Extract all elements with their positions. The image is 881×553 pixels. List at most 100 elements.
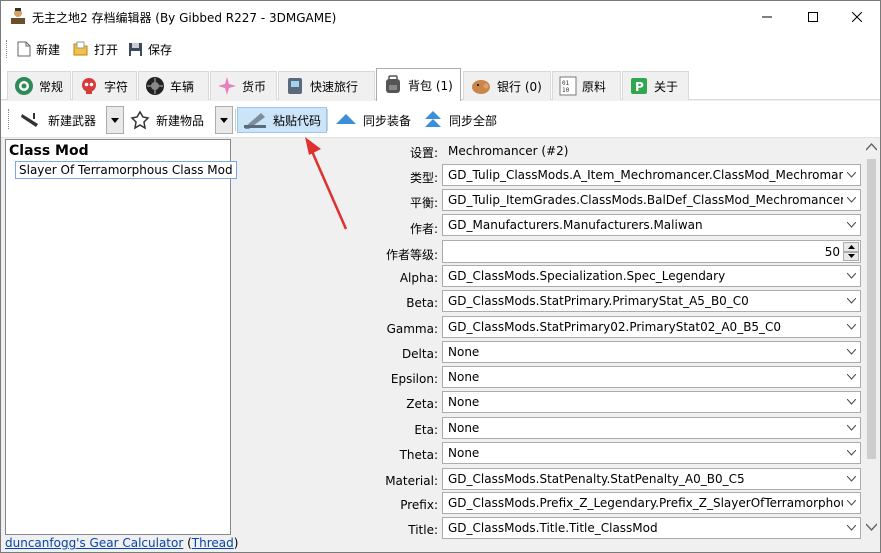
sync-all-button[interactable]: 同步全部 xyxy=(418,107,502,133)
annotation-arrow-icon xyxy=(305,137,348,230)
new-file-icon xyxy=(17,41,31,57)
tab-label: 车辆 xyxy=(170,79,195,94)
chevron-down-icon xyxy=(847,197,856,203)
tab-label: 原料 xyxy=(582,79,607,94)
scroll-up-icon[interactable] xyxy=(866,143,877,151)
chevron-down-icon xyxy=(847,273,856,279)
title-bar: 无主之地2 存档编辑器 (By Gibbed R227 - 3DMGAME) xyxy=(1,1,880,32)
paren-close: ) xyxy=(233,536,239,550)
manufacturer-value: GD_Manufacturers.Manufacturers.Maliwan xyxy=(448,218,703,232)
tab-label: 字符 xyxy=(104,79,129,94)
type-value: GD_Tulip_ClassMods.A_Item_Mechromancer.C… xyxy=(448,168,843,182)
chevron-down-icon xyxy=(847,525,856,531)
level-decrement-button[interactable] xyxy=(843,251,859,261)
title-value: GD_ClassMods.Title.Title_ClassMod xyxy=(448,521,658,535)
title-select[interactable]: GD_ClassMods.Title.Title_ClassMod xyxy=(442,517,861,539)
manufacturer-select[interactable]: GD_Manufacturers.Manufacturers.Maliwan xyxy=(442,214,861,236)
new-item-button[interactable]: 新建物品 xyxy=(125,107,209,133)
open-file-button[interactable]: 打开 xyxy=(71,38,120,60)
level-stepper[interactable]: 50 xyxy=(442,240,861,263)
delta-select[interactable]: None xyxy=(442,341,861,363)
tab-vehicles[interactable]: 车辆 xyxy=(138,71,209,100)
new-weapon-button[interactable]: 新建武器 xyxy=(15,107,101,133)
caret-up-icon xyxy=(847,244,855,249)
tree-category[interactable]: Class Mod xyxy=(9,143,89,159)
zeta-label: Zeta: xyxy=(406,397,438,411)
backpack-toolbar: 新建武器 新建物品 粘贴代码 同步装备 同步全部 xyxy=(1,101,880,138)
scroll-down-icon[interactable] xyxy=(866,523,877,531)
chevron-down-icon xyxy=(847,222,856,228)
theta-select[interactable]: None xyxy=(442,442,861,464)
chevron-down-icon xyxy=(847,374,856,380)
level-value: 50 xyxy=(824,245,840,259)
tab-character[interactable]: 字符 xyxy=(72,71,137,100)
eta-select[interactable]: None xyxy=(442,417,861,439)
paste-code-button[interactable]: 粘贴代码 xyxy=(237,107,328,133)
paste-code-label: 粘贴代码 xyxy=(273,113,322,128)
open-file-label: 打开 xyxy=(94,42,119,57)
zeta-select[interactable]: None xyxy=(442,391,861,413)
new-weapon-dropdown[interactable] xyxy=(106,106,124,134)
level-increment-button[interactable] xyxy=(843,242,859,252)
balance-value: GD_Tulip_ItemGrades.ClassMods.BalDef_Cla… xyxy=(448,193,843,207)
tab-raw[interactable]: 01 10 原料 xyxy=(552,71,621,100)
toolbar-grip xyxy=(6,40,9,58)
type-select[interactable]: GD_Tulip_ClassMods.A_Item_Mechromancer.C… xyxy=(442,164,861,186)
weapon-icon xyxy=(21,113,38,127)
tab-label: 银行 (0) xyxy=(497,79,542,94)
tree-item[interactable]: Slayer Of Terramorphous Class Mod xyxy=(15,161,237,179)
chevron-down-icon xyxy=(847,425,856,431)
new-item-label: 新建物品 xyxy=(156,113,205,128)
tab-currency[interactable]: 货币 xyxy=(210,71,277,100)
new-item-dropdown[interactable] xyxy=(215,106,233,134)
theta-value: None xyxy=(448,446,480,460)
wheel-icon xyxy=(146,77,164,95)
svg-text:10: 10 xyxy=(562,87,570,94)
prefix-select[interactable]: GD_ClassMods.Prefix_Z_Legendary.Prefix_Z… xyxy=(442,492,861,514)
dropdown-arrow-icon xyxy=(111,117,119,123)
item-tree[interactable]: Class Mod Slayer Of Terramorphous Class … xyxy=(5,139,237,535)
minimize-icon xyxy=(762,16,772,17)
chevron-down-icon xyxy=(847,476,856,482)
fast-travel-icon xyxy=(288,78,302,94)
save-file-button[interactable]: 保存 xyxy=(126,38,174,60)
beta-select[interactable]: GD_ClassMods.StatPrimary.PrimaryStat_A5_… xyxy=(442,290,861,312)
toolbar-separator xyxy=(327,109,328,131)
epsilon-label: Epsilon: xyxy=(390,372,438,386)
epsilon-select[interactable]: None xyxy=(442,366,861,388)
thread-link[interactable]: Thread xyxy=(192,536,234,550)
tab-general[interactable]: 常规 xyxy=(7,71,71,100)
tab-bank[interactable]: 银行 (0) xyxy=(463,71,551,100)
alpha-select[interactable]: GD_ClassMods.Specialization.Spec_Legenda… xyxy=(442,265,861,287)
chevron-down-icon xyxy=(847,172,856,178)
editor-window: 无主之地2 存档编辑器 (By Gibbed R227 - 3DMGAME) 新… xyxy=(0,0,881,553)
balance-select[interactable]: GD_Tulip_ItemGrades.ClassMods.BalDef_Cla… xyxy=(442,189,861,211)
sync-equipped-button[interactable]: 同步装备 xyxy=(330,107,416,133)
scrollbar-thumb[interactable] xyxy=(867,159,876,459)
delta-label: Delta: xyxy=(401,347,438,361)
beta-label: Beta: xyxy=(406,296,438,310)
zeta-value: None xyxy=(448,395,480,409)
gamma-value: GD_ClassMods.StatPrimary02.PrimaryStat02… xyxy=(448,320,782,334)
tab-about[interactable]: P 关于 xyxy=(622,71,689,100)
gamma-label: Gamma: xyxy=(386,322,438,336)
material-select[interactable]: GD_ClassMods.StatPenalty.StatPenalty_A0_… xyxy=(442,468,861,490)
skull-icon xyxy=(82,78,96,94)
theta-label: Theta: xyxy=(399,448,438,462)
tab-fast-travel[interactable]: 快速旅行 xyxy=(278,71,375,100)
minimize-button[interactable] xyxy=(744,1,790,32)
chevron-down-icon xyxy=(847,349,856,355)
maximize-icon xyxy=(808,11,818,22)
chevron-down-icon xyxy=(847,399,856,405)
properties-scrollbar[interactable] xyxy=(863,139,880,535)
new-file-button[interactable]: 新建 xyxy=(15,38,62,60)
svg-text:P: P xyxy=(635,80,644,94)
binary-icon: 0110 xyxy=(559,76,577,96)
close-button[interactable] xyxy=(834,1,880,32)
set-value: Mechromancer (#2) xyxy=(448,144,569,158)
gamma-select[interactable]: GD_ClassMods.StatPrimary02.PrimaryStat02… xyxy=(442,316,861,338)
gear-calculator-link[interactable]: duncanfogg's Gear Calculator xyxy=(5,536,183,550)
tab-backpack[interactable]: 背包 (1) xyxy=(376,68,461,101)
double-arrow-up-icon xyxy=(425,111,441,127)
maximize-button[interactable] xyxy=(790,1,836,32)
